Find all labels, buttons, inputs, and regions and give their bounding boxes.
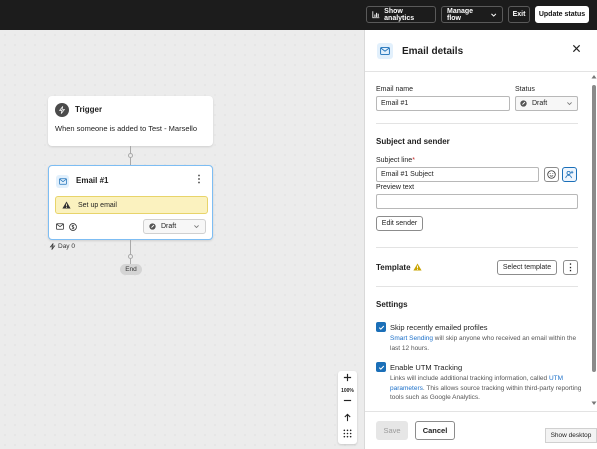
connector-add-point-2[interactable] — [128, 254, 133, 259]
zoom-controls: 100% — [338, 371, 357, 444]
utm-tracking-description: Links will include additional tracking i… — [390, 374, 582, 403]
show-desktop-tooltip: Show desktop — [545, 428, 597, 443]
template-label: Template — [376, 263, 411, 272]
zoom-level: 100% — [341, 388, 354, 394]
arrow-up-icon[interactable] — [338, 413, 357, 424]
utm-tracking-label: Enable UTM Tracking — [390, 363, 463, 372]
setup-warning[interactable]: Set up email — [55, 196, 208, 214]
cancel-label: Cancel — [422, 426, 448, 435]
status-select[interactable]: Draft — [143, 219, 206, 234]
chevron-down-icon — [567, 102, 572, 106]
settings-title: Settings — [376, 300, 408, 309]
skip-profiles-label: Skip recently emailed profiles — [390, 323, 488, 332]
email-name-label: Email name — [376, 86, 413, 93]
grid-icon[interactable] — [338, 429, 357, 440]
panel-title: Email details — [402, 46, 464, 57]
bar-chart-icon — [372, 11, 380, 19]
exit-label: Exit — [512, 11, 526, 18]
delay-text: Day 0 — [58, 243, 75, 250]
checkmark-icon — [378, 365, 384, 370]
smiley-icon — [547, 170, 556, 179]
skip-profiles-description: Smart Sending will skip anyone who recei… — [390, 334, 580, 353]
warning-icon — [62, 201, 71, 209]
subject-line-label: Subject line* — [376, 157, 415, 164]
setup-warning-label: Set up email — [78, 201, 117, 209]
exit-button[interactable]: Exit — [508, 6, 530, 23]
template-more-icon[interactable]: ⋮ — [563, 260, 578, 275]
save-button[interactable]: Save — [376, 421, 408, 440]
status-select[interactable]: Draft — [515, 96, 578, 111]
scrollbar-thumb[interactable] — [592, 85, 596, 372]
checkmark-icon — [378, 325, 384, 330]
email-card[interactable]: Email #1 ⋮ Set up email Draft — [48, 165, 213, 240]
scroll-down-icon — [591, 401, 597, 405]
warning-icon — [413, 263, 422, 273]
update-status-label: Update status — [538, 11, 586, 18]
envelope-icon — [56, 175, 69, 188]
manage-flow-button[interactable]: Manage flow — [441, 6, 503, 23]
divider — [376, 123, 578, 124]
subject-section-title: Subject and sender — [376, 137, 450, 146]
email-name-input[interactable]: Email #1 — [376, 96, 510, 111]
select-template-button[interactable]: Select template — [497, 260, 557, 275]
draft-status-icon — [149, 223, 156, 230]
status-label: Draft — [161, 223, 177, 230]
lightning-icon — [55, 103, 69, 117]
zoom-in-icon[interactable] — [338, 373, 357, 384]
email-name-value: Email #1 — [381, 100, 409, 107]
status-value: Draft — [532, 100, 548, 107]
top-bar: Show analytics Manage flow Exit Update s… — [0, 0, 597, 30]
required-mark: * — [412, 157, 415, 164]
close-icon[interactable] — [572, 44, 581, 55]
panel-header: Email details — [365, 30, 597, 72]
connector-add-point[interactable] — [128, 153, 133, 158]
chevron-down-icon — [194, 225, 199, 229]
dollar-icon — [69, 223, 77, 231]
subject-line-value: Email #1 Subject — [381, 171, 434, 178]
status-label: Status — [515, 86, 535, 93]
person-add-icon — [565, 170, 574, 179]
emoji-button[interactable] — [544, 167, 559, 182]
show-analytics-button[interactable]: Show analytics — [366, 6, 436, 23]
divider — [376, 286, 578, 287]
skip-profiles-checkbox[interactable] — [376, 322, 386, 332]
trigger-card[interactable]: Trigger When someone is added to Test - … — [48, 96, 213, 146]
chevron-down-icon — [490, 13, 496, 17]
show-analytics-label: Show analytics — [384, 7, 415, 22]
preview-text-input[interactable] — [376, 194, 578, 209]
trigger-title: Trigger — [75, 105, 103, 114]
cancel-button[interactable]: Cancel — [415, 421, 455, 440]
card-footer-icons — [56, 223, 77, 231]
utm-desc-pre: Links will include additional tracking i… — [390, 375, 549, 382]
utm-tracking-checkbox[interactable] — [376, 362, 386, 372]
smart-sending-link[interactable]: Smart Sending — [390, 335, 433, 342]
delay-label: Day 0 — [49, 243, 75, 250]
more-options-icon[interactable]: ⋮ — [194, 175, 204, 185]
personalize-button[interactable] — [562, 167, 577, 182]
draft-status-icon — [520, 100, 527, 107]
zoom-out-icon[interactable] — [338, 396, 357, 407]
manage-flow-label: Manage flow — [447, 7, 474, 22]
trigger-description: When someone is added to Test - Marsello — [55, 124, 198, 133]
select-template-label: Select template — [502, 264, 552, 271]
email-card-title: Email #1 — [76, 176, 109, 185]
save-label: Save — [383, 426, 401, 435]
divider — [376, 247, 578, 248]
scroll-up-icon — [591, 75, 597, 79]
preview-text-label: Preview text — [376, 184, 415, 191]
edit-sender-label: Edit sender — [381, 220, 418, 227]
flow-canvas[interactable]: Trigger When someone is added to Test - … — [0, 30, 364, 449]
lightning-small-icon — [49, 243, 56, 250]
update-status-button[interactable]: Update status — [535, 6, 589, 23]
envelope-icon — [377, 43, 393, 59]
end-node: End — [120, 264, 142, 275]
subject-line-label-text: Subject line — [376, 157, 413, 164]
connector-line-2 — [130, 240, 131, 264]
edit-sender-button[interactable]: Edit sender — [376, 216, 423, 231]
email-details-panel: Email details Email name Email #1 Status… — [364, 30, 597, 449]
envelope-small-icon — [56, 223, 64, 230]
subject-line-input[interactable]: Email #1 Subject — [376, 167, 539, 182]
